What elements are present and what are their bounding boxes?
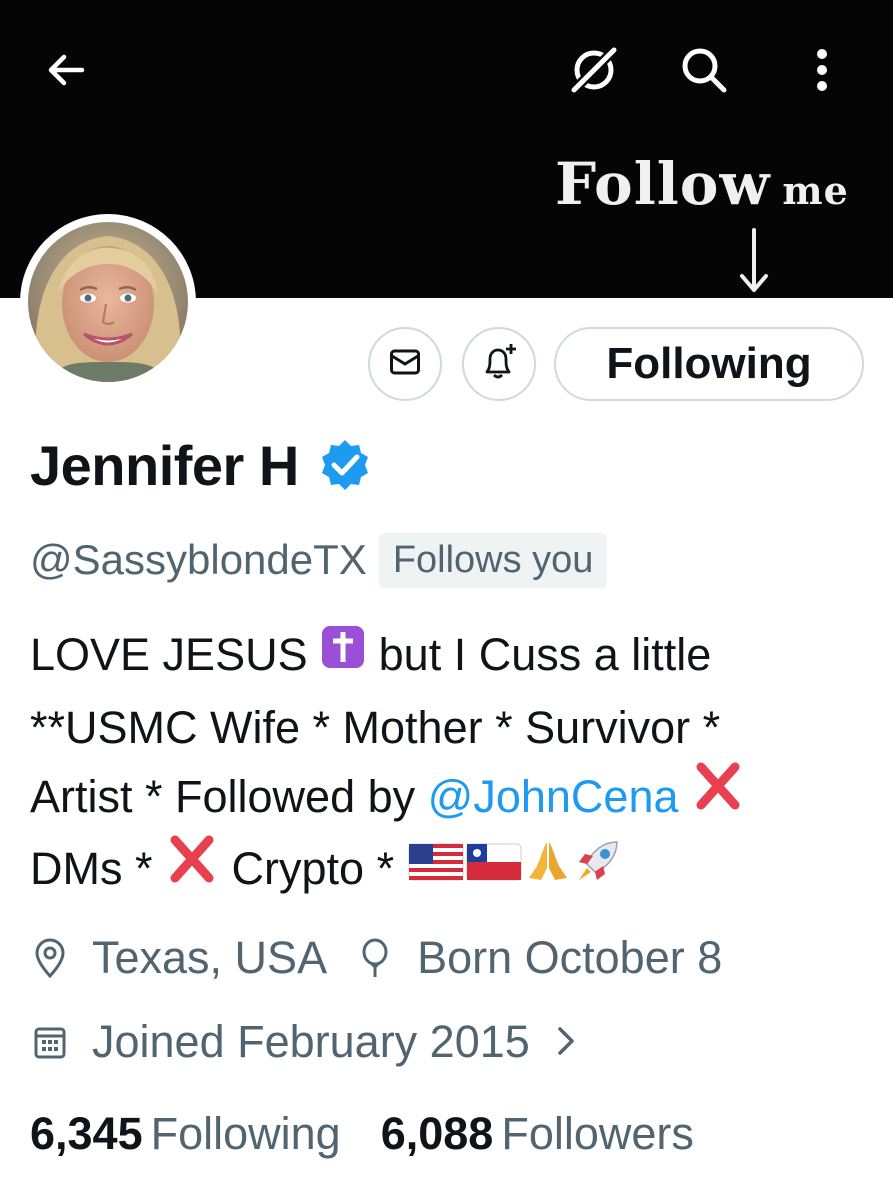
chevron-right-icon <box>556 1016 576 1068</box>
following-button[interactable]: Following <box>554 327 864 401</box>
handle-row: @SassyblondeTX Follows you <box>30 530 608 590</box>
user-handle: @SassyblondeTX <box>30 536 367 583</box>
cross-mark-icon <box>691 761 745 830</box>
followers-count-link[interactable]: 6,088 Followers <box>381 1108 694 1160</box>
bio-text: LOVE JESUS <box>30 629 308 680</box>
calendar-icon <box>30 1020 70 1064</box>
notifications-button[interactable] <box>462 327 536 401</box>
envelope-icon <box>389 348 421 381</box>
avatar-photo <box>28 222 188 382</box>
display-name: Jennifer H <box>30 433 299 497</box>
avatar[interactable] <box>20 214 196 390</box>
followers-label: Followers <box>501 1108 694 1159</box>
more-vertical-icon[interactable] <box>800 40 844 100</box>
mention-link[interactable]: @JohnCena <box>428 771 679 822</box>
location-text: Texas, USA <box>92 932 328 983</box>
message-button[interactable] <box>368 327 442 401</box>
bio-text: Crypto * <box>231 843 395 895</box>
bio-text: Artist * Followed by <box>30 770 416 822</box>
followers-count: 6,088 <box>380 1108 494 1159</box>
banner-caption: Follow me <box>555 150 849 218</box>
balloon-icon <box>355 936 395 980</box>
following-count: 6,345 <box>30 1108 143 1159</box>
profile-bio: LOVE JESUS but I Cuss a little **USMC Wi… <box>30 620 880 907</box>
latin-cross-icon <box>320 620 366 689</box>
joined-item[interactable]: Joined February 2015 <box>30 1016 576 1068</box>
banner-down-arrow <box>736 226 772 296</box>
arrow-left-icon[interactable] <box>38 42 94 98</box>
location-pin-icon <box>30 936 70 980</box>
following-count-link[interactable]: 6,345 Following <box>30 1108 341 1160</box>
praying-hands-icon <box>523 834 573 903</box>
bio-text: **USMC Wife * Mother * Survivor * <box>30 701 721 753</box>
verified-badge-icon[interactable] <box>317 437 373 493</box>
joined-text: Joined February 2015 <box>92 1016 530 1067</box>
follow-counts: 6,345 Following 6,088 Followers <box>30 1104 694 1164</box>
rocket-icon <box>573 834 623 903</box>
follows-you-badge: Follows you <box>378 532 608 588</box>
birthday-text: Born October 8 <box>417 932 723 983</box>
cross-mark-icon <box>165 834 219 903</box>
profile-meta: Texas, USA Born October 8 <box>30 928 722 988</box>
profile-name-row: Jennifer H <box>30 430 373 500</box>
search-icon[interactable] <box>674 40 734 100</box>
following-label: Following <box>150 1108 341 1159</box>
grok-icon[interactable] <box>562 42 626 98</box>
us-flag-icon <box>407 834 465 903</box>
profile-meta-joined[interactable]: Joined February 2015 <box>30 1012 576 1072</box>
bio-text: DMs * <box>30 843 153 895</box>
location-item: Texas, USA <box>30 932 327 984</box>
chile-flag-icon <box>465 834 523 903</box>
bio-text: but I Cuss a little <box>378 629 712 680</box>
bell-plus-icon <box>479 342 519 387</box>
birthday-item: Born October 8 <box>355 932 722 984</box>
